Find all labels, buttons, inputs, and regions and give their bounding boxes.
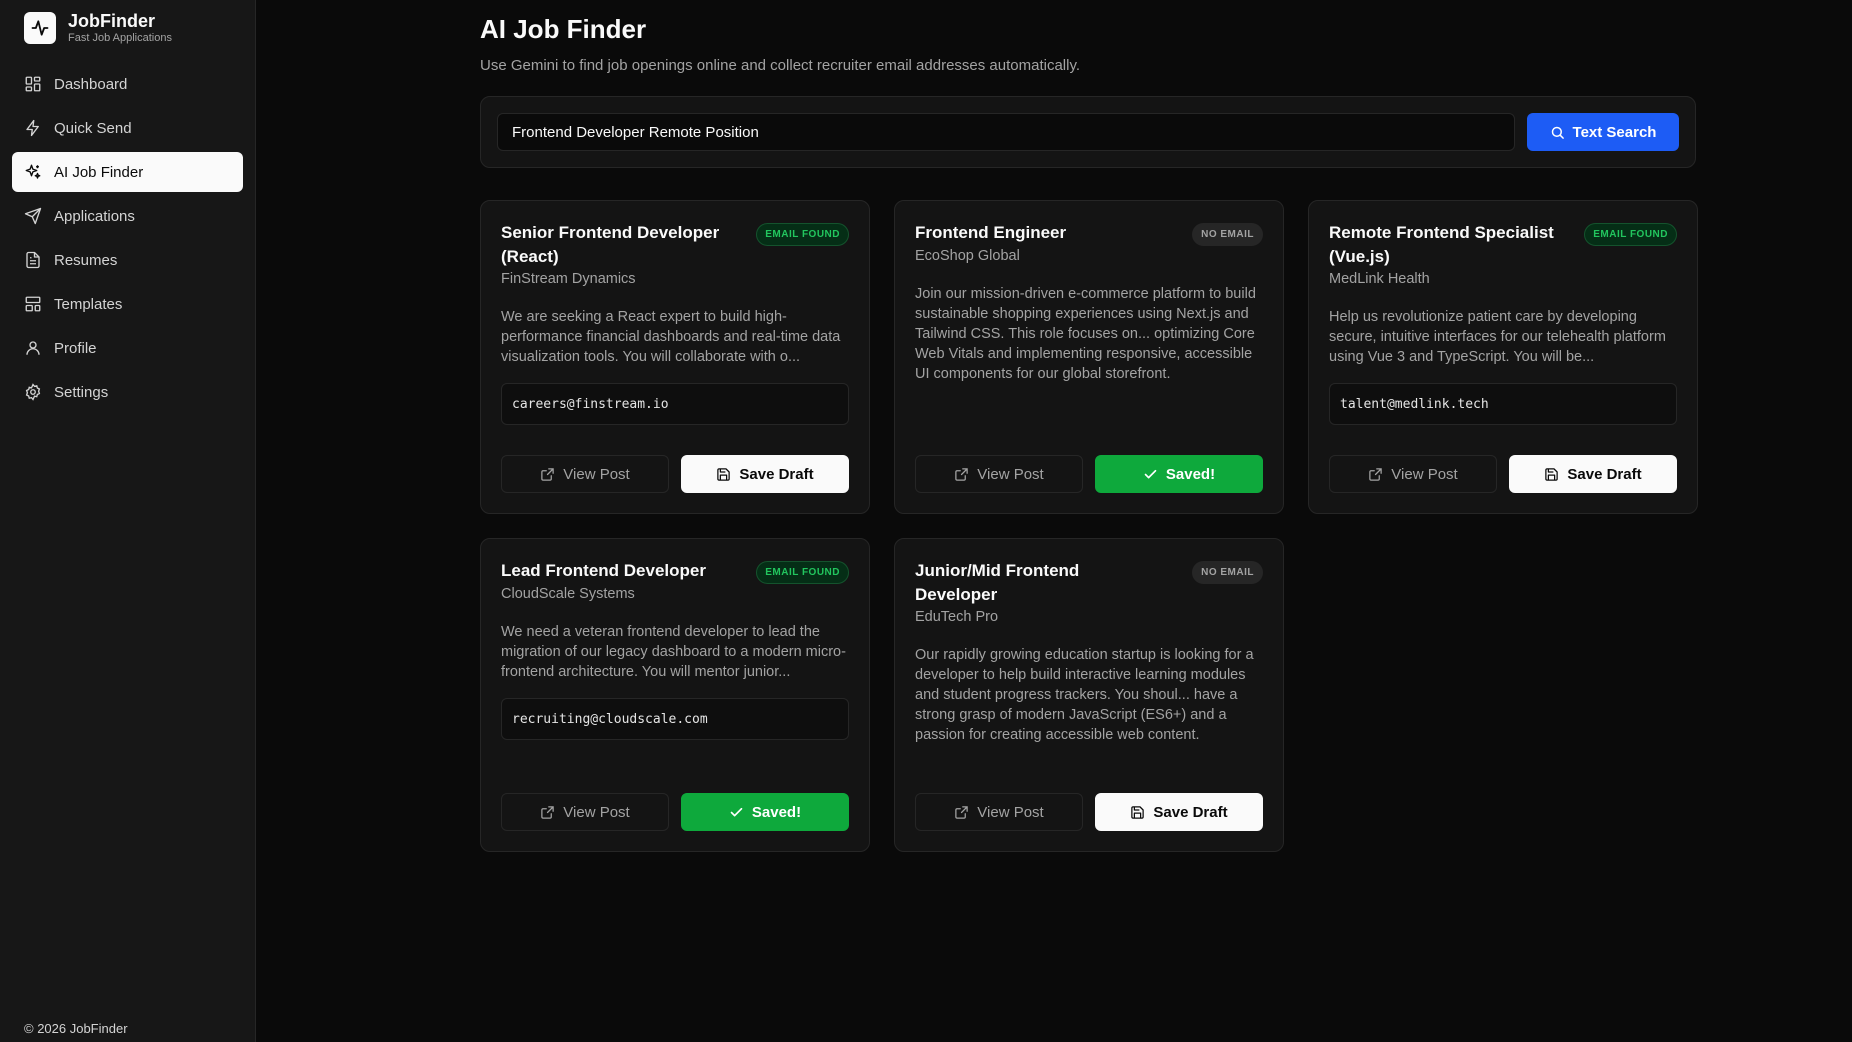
save-draft-label: Save Draft xyxy=(739,465,814,483)
sidebar: JobFinder Fast Job Applications Dashboar… xyxy=(0,0,256,1042)
search-input[interactable] xyxy=(497,113,1515,151)
save-draft-label: Save Draft xyxy=(1153,803,1228,821)
view-post-label: View Post xyxy=(563,465,630,483)
email-status-badge: NO EMAIL xyxy=(1192,223,1263,246)
save-draft-button[interactable]: Save Draft xyxy=(681,455,849,493)
text-search-label: Text Search xyxy=(1572,123,1657,141)
job-title: Lead Frontend Developer xyxy=(501,561,706,580)
view-post-label: View Post xyxy=(977,803,1044,821)
templates-icon xyxy=(25,296,41,312)
external-link-icon xyxy=(1369,467,1383,481)
brand[interactable]: JobFinder Fast Job Applications xyxy=(12,0,243,48)
job-title: Junior/Mid Frontend Developer xyxy=(915,561,1080,604)
sidebar-item-dashboard[interactable]: Dashboard xyxy=(12,64,243,104)
sidebar-footer: © 2026 JobFinder xyxy=(24,1021,128,1036)
job-results-grid: Senior Frontend Developer (React) EMAIL … xyxy=(480,200,1852,852)
job-card: Junior/Mid Frontend Developer NO EMAIL E… xyxy=(894,538,1284,852)
saved-button[interactable]: Saved! xyxy=(1095,455,1263,493)
job-description: We are seeking a React expert to build h… xyxy=(501,309,841,365)
search-icon xyxy=(1551,126,1564,139)
email-status-badge: EMAIL FOUND xyxy=(756,561,849,584)
check-icon xyxy=(730,807,743,816)
saved-button[interactable]: Saved! xyxy=(681,793,849,831)
view-post-label: View Post xyxy=(563,803,630,821)
job-description: Help us revolutionize patient care by de… xyxy=(1329,309,1666,365)
search-panel: Text Search xyxy=(480,96,1696,168)
job-title: Remote Frontend Specialist (Vue.js) xyxy=(1329,223,1554,266)
save-icon xyxy=(1131,805,1145,819)
save-draft-button[interactable]: Save Draft xyxy=(1095,793,1263,831)
email-status-badge: EMAIL FOUND xyxy=(756,223,849,246)
job-card: Frontend Engineer NO EMAIL EcoShop Globa… xyxy=(894,200,1284,514)
recruiter-email[interactable]: talent@medlink.tech xyxy=(1329,383,1677,425)
save-icon xyxy=(1545,467,1559,481)
sidebar-item-label: Applications xyxy=(54,207,135,225)
external-link-icon xyxy=(541,805,555,819)
user-icon xyxy=(26,341,40,355)
send-icon xyxy=(24,207,42,225)
job-description: Our rapidly growing education startup is… xyxy=(915,647,1254,743)
view-post-label: View Post xyxy=(1391,465,1458,483)
sidebar-item-label: Quick Send xyxy=(54,119,132,137)
company-name: EduTech Pro xyxy=(915,609,999,625)
check-icon xyxy=(1144,469,1157,478)
job-description: We need a veteran frontend developer to … xyxy=(501,624,846,680)
job-title: Frontend Engineer xyxy=(915,223,1067,242)
view-post-button[interactable]: View Post xyxy=(501,793,669,831)
lightning-icon xyxy=(26,119,39,137)
sidebar-item-label: Templates xyxy=(54,295,123,313)
view-post-button[interactable]: View Post xyxy=(1329,455,1497,493)
document-icon xyxy=(26,251,40,269)
sidebar-item-label: Dashboard xyxy=(54,75,128,93)
main-content: AI Job Finder Use Gemini to find job ope… xyxy=(256,0,1852,1042)
save-icon xyxy=(717,467,731,481)
sidebar-item-quick-send[interactable]: Quick Send xyxy=(12,108,243,148)
dashboard-icon xyxy=(25,76,41,92)
sidebar-item-profile[interactable]: Profile xyxy=(12,328,243,368)
email-status-badge: EMAIL FOUND xyxy=(1584,223,1677,246)
external-link-icon xyxy=(955,467,969,481)
saved-label: Saved! xyxy=(751,803,802,821)
sidebar-item-settings[interactable]: Settings xyxy=(12,372,243,412)
company-name: EcoShop Global xyxy=(915,248,1020,264)
email-status-badge: NO EMAIL xyxy=(1192,561,1263,584)
view-post-button[interactable]: View Post xyxy=(915,793,1083,831)
company-name: FinStream Dynamics xyxy=(501,271,636,287)
sidebar-item-label: AI Job Finder xyxy=(54,163,144,181)
external-link-icon xyxy=(955,805,969,819)
sidebar-item-label: Resumes xyxy=(54,251,118,269)
sidebar-item-applications[interactable]: Applications xyxy=(12,196,243,236)
job-title: Senior Frontend Developer (React) xyxy=(501,223,720,266)
recruiter-email[interactable]: recruiting@cloudscale.com xyxy=(501,698,849,740)
company-name: MedLink Health xyxy=(1329,271,1430,287)
sidebar-item-ai-job-finder[interactable]: AI Job Finder xyxy=(12,152,243,192)
job-card: Remote Frontend Specialist (Vue.js) EMAI… xyxy=(1308,200,1698,514)
sidebar-item-label: Settings xyxy=(54,383,109,401)
page-title: AI Job Finder xyxy=(480,14,647,44)
save-draft-button[interactable]: Save Draft xyxy=(1509,455,1677,493)
brand-subtitle: Fast Job Applications xyxy=(68,32,172,44)
activity-logo-icon xyxy=(24,12,56,44)
sidebar-item-resumes[interactable]: Resumes xyxy=(12,240,243,280)
brand-name: JobFinder xyxy=(68,11,156,31)
sidebar-item-templates[interactable]: Templates xyxy=(12,284,243,324)
job-description: Join our mission-driven e-commerce platf… xyxy=(915,286,1256,382)
sparkles-icon xyxy=(25,164,41,179)
sidebar-item-label: Profile xyxy=(54,339,97,357)
view-post-button[interactable]: View Post xyxy=(501,455,669,493)
external-link-icon xyxy=(541,467,555,481)
company-name: CloudScale Systems xyxy=(501,586,635,602)
gear-icon xyxy=(25,383,41,401)
saved-label: Saved! xyxy=(1165,465,1216,483)
view-post-label: View Post xyxy=(977,465,1044,483)
page-description: Use Gemini to find job openings online a… xyxy=(480,57,1081,74)
save-draft-label: Save Draft xyxy=(1567,465,1642,483)
sidebar-nav: Dashboard Quick Send AI Job Finder Appli… xyxy=(12,64,243,412)
job-card: Lead Frontend Developer EMAIL FOUND Clou… xyxy=(480,538,870,852)
view-post-button[interactable]: View Post xyxy=(915,455,1083,493)
job-card: Senior Frontend Developer (React) EMAIL … xyxy=(480,200,870,514)
text-search-button[interactable]: Text Search xyxy=(1527,113,1679,151)
recruiter-email[interactable]: careers@finstream.io xyxy=(501,383,849,425)
